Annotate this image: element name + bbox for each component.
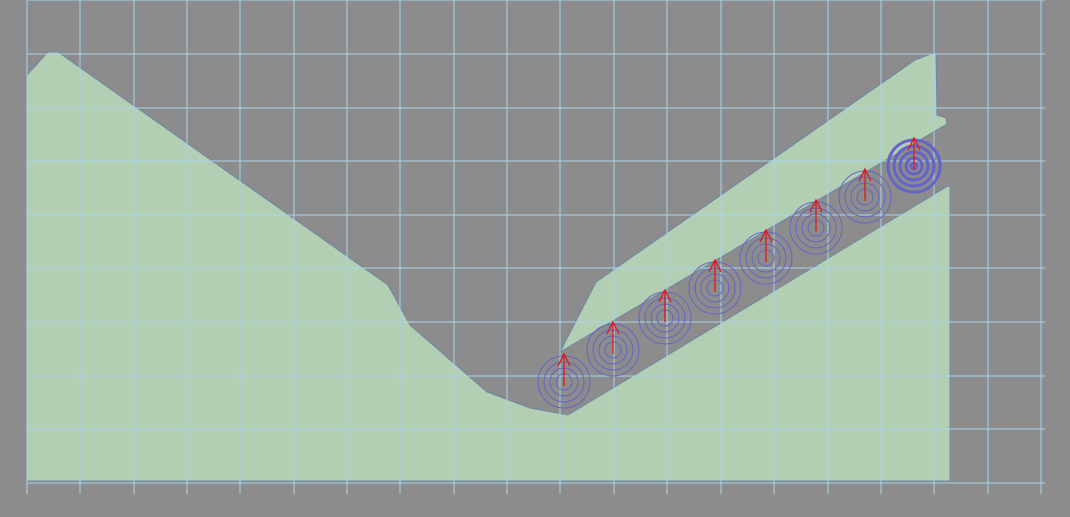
- level-canvas[interactable]: [0, 0, 1070, 517]
- level-editor-viewport[interactable]: [0, 0, 1070, 517]
